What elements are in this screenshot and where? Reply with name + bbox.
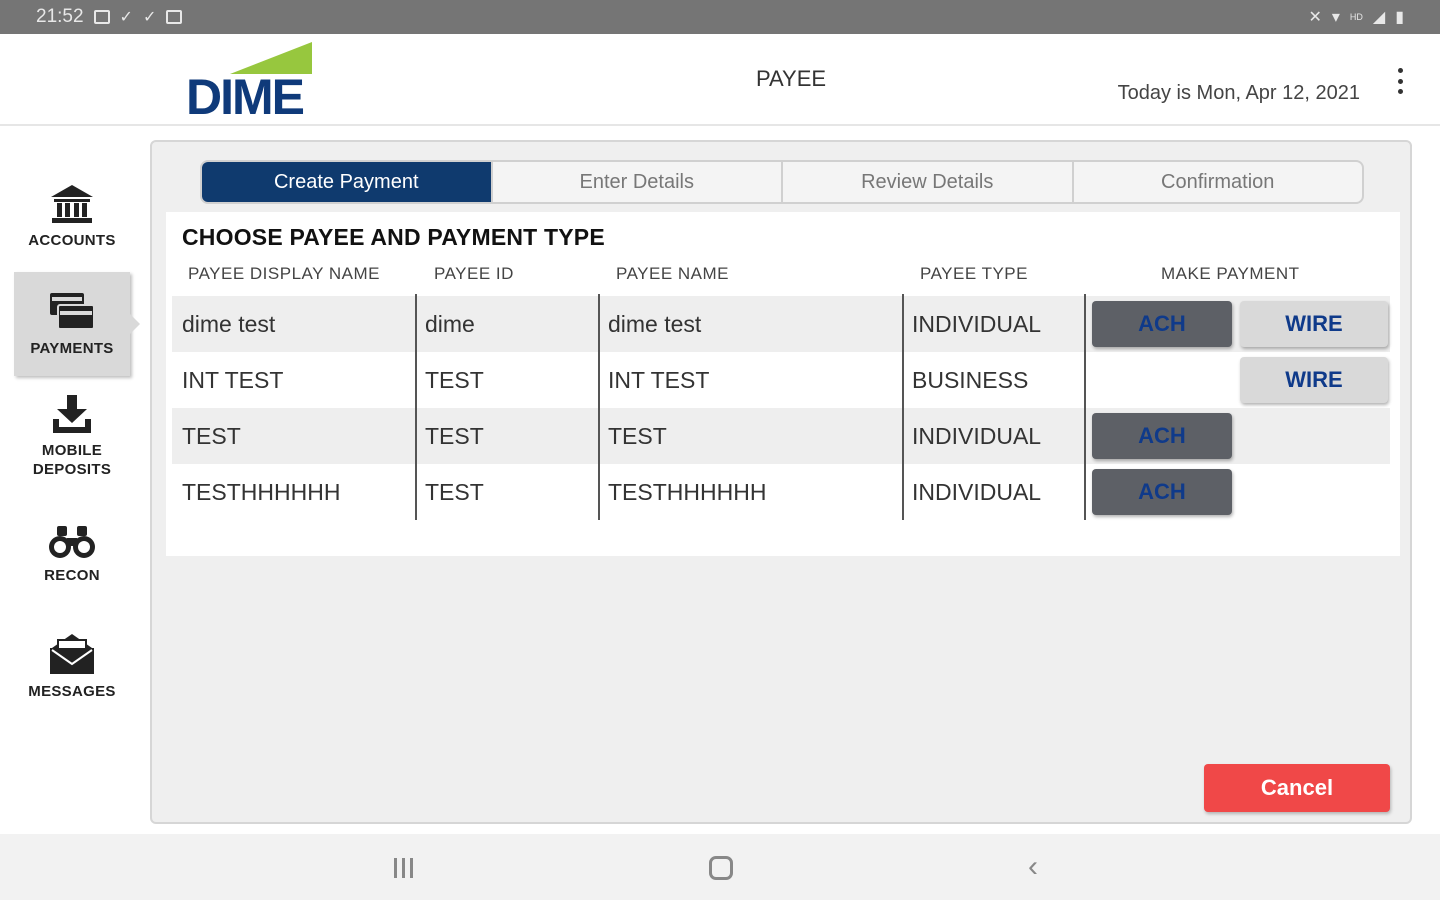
cell-display-name: TESTHHHHHH: [182, 478, 341, 505]
sidebar-item-messages[interactable]: MESSAGES: [14, 614, 130, 718]
sidebar-item-label: ACCOUNTS: [28, 231, 116, 249]
overflow-menu-icon[interactable]: [1396, 68, 1404, 94]
ach-button[interactable]: ACH: [1092, 413, 1232, 459]
cancel-button[interactable]: Cancel: [1204, 764, 1390, 812]
table-row: INT TEST TEST INT TEST BUSINESS WIRE: [172, 352, 1390, 408]
sidebar-item-payments[interactable]: PAYMENTS: [14, 272, 140, 376]
payee-table-card: CHOOSE PAYEE AND PAYMENT TYPE PAYEE DISP…: [166, 212, 1400, 556]
today-date: Today is Mon, Apr 12, 2021: [1117, 82, 1360, 104]
table-title: CHOOSE PAYEE AND PAYMENT TYPE: [182, 224, 605, 250]
header-payee-name: PAYEE NAME: [616, 264, 730, 283]
column-divider: [902, 294, 904, 520]
cell-payee-name: dime test: [608, 310, 702, 337]
download-done-icon: ✓: [119, 9, 133, 26]
table-row: TEST TEST TEST INDIVIDUAL ACH: [172, 408, 1390, 464]
back-icon[interactable]: ‹: [1028, 850, 1038, 884]
wire-button[interactable]: WIRE: [1240, 357, 1388, 403]
main-panel: Create Payment Enter Details Review Deta…: [150, 140, 1412, 824]
battery-icon: ▮: [1395, 9, 1404, 26]
sidebar-label-line2: DEPOSITS: [32, 461, 112, 478]
cell-payee-name: TESTHHHHHH: [608, 478, 767, 505]
column-divider: [1084, 294, 1086, 520]
payments-icon: [48, 291, 96, 333]
step-review-details[interactable]: Review Details: [783, 162, 1074, 202]
download-icon: [49, 393, 95, 435]
sidebar-item-recon[interactable]: RECON: [14, 502, 130, 606]
cell-display-name: TEST: [182, 422, 241, 449]
signal-icon: ◢: [1372, 9, 1386, 26]
home-icon[interactable]: [709, 856, 733, 880]
status-bar: 21:52 ✓ ✓ ✕ ▾ HD ◢ ▮: [0, 0, 1440, 34]
gallery-notification-icon: [93, 10, 110, 24]
sidebar: ACCOUNTS PAYMENTS MOBILE DEPOSITS RECON …: [0, 128, 140, 834]
step-create-payment[interactable]: Create Payment: [202, 162, 493, 202]
step-enter-details[interactable]: Enter Details: [493, 162, 783, 202]
envelope-icon: [48, 632, 96, 676]
cell-payee-name: TEST: [608, 422, 667, 449]
wifi-icon: ▾: [1331, 9, 1340, 26]
header-payee-id: PAYEE ID: [434, 264, 514, 283]
sidebar-item-label: RECON: [44, 566, 100, 584]
cell-payee-id: TEST: [425, 478, 484, 505]
sidebar-item-mobile-deposits[interactable]: MOBILE DEPOSITS: [14, 384, 130, 488]
status-time: 21:52: [36, 6, 84, 27]
cell-display-name: dime test: [182, 310, 276, 337]
header-make-payment: MAKE PAYMENT: [1161, 264, 1300, 283]
column-divider: [598, 294, 600, 520]
download-done-icon-2: ✓: [142, 9, 157, 26]
cell-payee-id: TEST: [425, 422, 484, 449]
cell-payee-id: dime: [425, 310, 475, 337]
binoculars-icon: [47, 524, 97, 560]
sidebar-item-label: PAYMENTS: [30, 339, 114, 357]
mute-icon: ✕: [1308, 9, 1322, 26]
payment-stepper: Create Payment Enter Details Review Deta…: [200, 160, 1364, 204]
sidebar-label-line1: MOBILE: [41, 442, 103, 459]
wire-button[interactable]: WIRE: [1240, 301, 1388, 347]
step-confirmation[interactable]: Confirmation: [1074, 162, 1363, 202]
table-row: TESTHHHHHH TEST TESTHHHHHH INDIVIDUAL AC…: [172, 464, 1390, 520]
cell-payee-name: INT TEST: [608, 366, 710, 393]
cell-payee-type: INDIVIDUAL: [912, 422, 1042, 449]
sidebar-item-label: MOBILE DEPOSITS: [33, 441, 111, 479]
recent-apps-icon[interactable]: [394, 858, 413, 878]
cell-payee-type: INDIVIDUAL: [912, 310, 1042, 337]
system-nav-bar: ‹: [0, 834, 1440, 900]
cell-payee-id: TEST: [425, 366, 484, 393]
ach-button[interactable]: ACH: [1092, 301, 1232, 347]
image-notification-icon: [166, 10, 183, 24]
header-payee-type: PAYEE TYPE: [920, 264, 1028, 283]
header-payee-display-name: PAYEE DISPLAY NAME: [188, 264, 380, 283]
sidebar-item-label: MESSAGES: [28, 682, 116, 700]
cell-payee-type: INDIVIDUAL: [912, 478, 1042, 505]
hd-indicator: HD: [1349, 12, 1363, 22]
column-divider: [415, 294, 417, 520]
table-row: dime test dime dime test INDIVIDUAL ACH …: [172, 296, 1390, 352]
cell-payee-type: BUSINESS: [912, 366, 1029, 393]
sidebar-item-accounts[interactable]: ACCOUNTS: [14, 164, 130, 268]
cell-display-name: INT TEST: [182, 366, 284, 393]
ach-button[interactable]: ACH: [1092, 469, 1232, 515]
bank-icon: [49, 183, 95, 225]
app-header: DIME PAYEE Today is Mon, Apr 12, 2021: [0, 34, 1440, 126]
